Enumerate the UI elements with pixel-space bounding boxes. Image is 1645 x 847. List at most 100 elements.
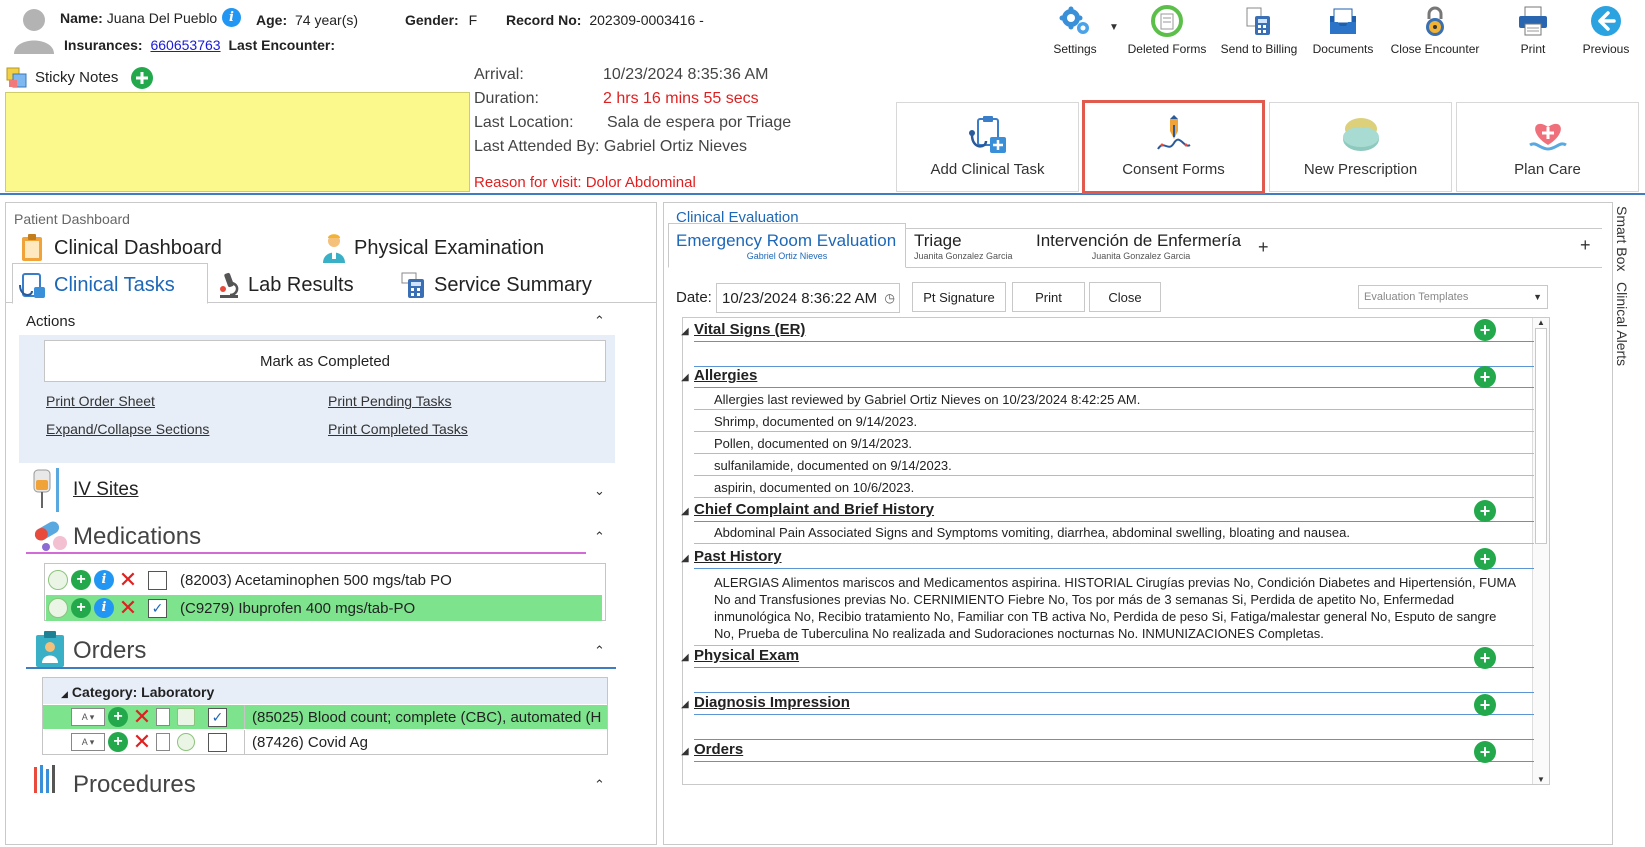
print-eval-button[interactable]: Print bbox=[1012, 282, 1085, 312]
order-row[interactable]: A ▾ + ✕ ✓ (85025) Blood count; complete … bbox=[43, 705, 607, 729]
add-icon[interactable]: + bbox=[71, 570, 91, 590]
vital-signs-title[interactable]: Vital Signs (ER) bbox=[694, 321, 805, 338]
info-icon[interactable]: i bbox=[94, 570, 114, 590]
add-physical-exam-button[interactable]: + bbox=[1474, 647, 1496, 669]
print-order-sheet-link[interactable]: Print Order Sheet bbox=[46, 393, 155, 409]
allergy-item: Pollen, documented on 9/14/2023. bbox=[694, 432, 1534, 454]
orders-collapse-icon[interactable]: ⌃ bbox=[594, 643, 605, 659]
add-icon[interactable]: + bbox=[71, 598, 91, 618]
document-icon[interactable] bbox=[156, 733, 170, 751]
settings-button[interactable]: Settings bbox=[1030, 4, 1120, 58]
add-chief-complaint-button[interactable]: + bbox=[1474, 500, 1496, 522]
delete-icon[interactable]: ✕ bbox=[131, 731, 153, 753]
insurance-link[interactable]: 660653763 bbox=[150, 37, 220, 53]
allergies-title[interactable]: Allergies bbox=[694, 367, 757, 384]
add-icon[interactable]: + bbox=[108, 732, 128, 752]
orders-section-underline bbox=[694, 761, 1534, 762]
orders-section-title[interactable]: Orders bbox=[694, 741, 743, 758]
chief-complaint-title[interactable]: Chief Complaint and Brief History bbox=[694, 501, 934, 518]
deleted-forms-button[interactable]: Deleted Forms bbox=[1122, 4, 1212, 58]
smart-box-tab[interactable]: Smart Box bbox=[1614, 206, 1630, 271]
pt-signature-button[interactable]: Pt Signature bbox=[912, 282, 1006, 312]
add-clinical-task-button[interactable]: Add Clinical Task bbox=[896, 102, 1079, 192]
order-type-select[interactable]: A ▾ bbox=[71, 733, 105, 751]
orders-section-collapse-icon[interactable]: ◢ bbox=[681, 746, 689, 757]
scroll-thumb[interactable] bbox=[1535, 328, 1547, 544]
add-icon[interactable]: + bbox=[108, 707, 128, 727]
iv-sites-expand-icon[interactable]: ⌄ bbox=[594, 483, 605, 499]
diagnosis-collapse-icon[interactable]: ◢ bbox=[681, 699, 689, 710]
settings-dropdown-icon[interactable]: ▼ bbox=[1109, 22, 1119, 33]
note-icon[interactable] bbox=[177, 708, 195, 726]
note-icon[interactable] bbox=[48, 598, 68, 618]
info-icon[interactable]: i bbox=[94, 598, 114, 618]
document-icon[interactable] bbox=[156, 708, 170, 726]
order-checkbox[interactable] bbox=[208, 732, 227, 752]
order-checkbox[interactable]: ✓ bbox=[208, 707, 227, 727]
medication-checkbox[interactable] bbox=[148, 570, 167, 590]
diagnosis-title[interactable]: Diagnosis Impression bbox=[694, 694, 850, 711]
physical-exam-content-line bbox=[694, 692, 1534, 693]
date-input[interactable]: 10/23/2024 8:36:22 AM ◷ bbox=[716, 283, 900, 313]
tab-service-summary[interactable]: Service Summary bbox=[400, 271, 592, 299]
consent-forms-button[interactable]: Consent Forms bbox=[1082, 100, 1265, 194]
eval-scrollbar[interactable]: ▲ ▼ bbox=[1532, 318, 1549, 784]
tab-emergency-room-evaluation[interactable]: Emergency Room Evaluation Gabriel Ortiz … bbox=[676, 231, 898, 261]
scroll-down-icon[interactable]: ▼ bbox=[1533, 775, 1549, 784]
add-tab-button[interactable]: + bbox=[1258, 237, 1269, 258]
delete-icon[interactable]: ✕ bbox=[117, 597, 139, 619]
tab-clinical-dashboard[interactable]: Clinical Dashboard bbox=[20, 233, 222, 263]
past-history-title[interactable]: Past History bbox=[694, 548, 782, 565]
add-order-button[interactable]: + bbox=[1474, 741, 1496, 763]
print-button[interactable]: Print bbox=[1490, 4, 1576, 58]
tab-physical-examination[interactable]: Physical Examination bbox=[322, 233, 544, 263]
iv-sites-title[interactable]: IV Sites bbox=[73, 479, 138, 501]
new-prescription-button[interactable]: New Prescription bbox=[1269, 102, 1452, 192]
procedures-collapse-icon[interactable]: ⌃ bbox=[594, 777, 605, 793]
medication-checkbox[interactable]: ✓ bbox=[148, 598, 167, 618]
order-type-select[interactable]: A ▾ bbox=[71, 708, 105, 726]
scroll-up-icon[interactable]: ▲ bbox=[1533, 318, 1549, 327]
previous-button[interactable]: Previous bbox=[1568, 4, 1644, 58]
refresh-icon[interactable] bbox=[177, 733, 195, 751]
medication-row[interactable]: + i ✕ ✓ (C9279) Ibuprofen 400 mgs/tab-PO bbox=[46, 595, 602, 621]
evaluation-templates-select[interactable]: Evaluation Templates ▼ bbox=[1358, 285, 1548, 309]
documents-button[interactable]: Documents bbox=[1298, 4, 1388, 58]
medication-row[interactable]: + i ✕ (82003) Acetaminophen 500 mgs/tab … bbox=[46, 567, 602, 593]
expand-collapse-link[interactable]: Expand/Collapse Sections bbox=[46, 421, 209, 437]
close-encounter-button[interactable]: Close Encounter bbox=[1390, 4, 1480, 58]
order-row[interactable]: A ▾ + ✕ (87426) Covid Ag bbox=[43, 730, 607, 754]
calendar-icon[interactable]: ◷ bbox=[885, 291, 895, 305]
chief-complaint-collapse-icon[interactable]: ◢ bbox=[681, 506, 689, 517]
add-past-history-button[interactable]: + bbox=[1474, 548, 1496, 570]
add-form-button[interactable]: + bbox=[1580, 235, 1591, 256]
clinical-alerts-tab[interactable]: Clinical Alerts bbox=[1614, 282, 1630, 366]
delete-icon[interactable]: ✕ bbox=[131, 706, 153, 728]
category-collapse-icon[interactable]: ◢ bbox=[61, 689, 68, 699]
physical-exam-title[interactable]: Physical Exam bbox=[694, 647, 799, 664]
mark-as-completed-button[interactable]: Mark as Completed bbox=[44, 340, 606, 382]
patient-info-icon[interactable]: i bbox=[222, 8, 241, 27]
refresh-icon[interactable] bbox=[48, 570, 68, 590]
add-vital-signs-button[interactable]: + bbox=[1474, 319, 1496, 341]
delete-icon[interactable]: ✕ bbox=[117, 569, 139, 591]
actions-collapse-icon[interactable]: ⌃ bbox=[594, 313, 605, 329]
print-pending-tasks-link[interactable]: Print Pending Tasks bbox=[328, 393, 451, 409]
tab-intervencion-enfermeria[interactable]: Intervención de Enfermería Juanita Gonza… bbox=[1036, 231, 1246, 261]
allergies-collapse-icon[interactable]: ◢ bbox=[681, 372, 689, 383]
print-completed-tasks-link[interactable]: Print Completed Tasks bbox=[328, 421, 468, 437]
medications-collapse-icon[interactable]: ⌃ bbox=[594, 529, 605, 545]
tab-clinical-tasks[interactable]: Clinical Tasks bbox=[18, 271, 175, 299]
close-eval-button[interactable]: Close bbox=[1089, 282, 1161, 312]
plan-care-button[interactable]: Plan Care bbox=[1456, 102, 1639, 192]
past-history-collapse-icon[interactable]: ◢ bbox=[681, 553, 689, 564]
add-sticky-note-button[interactable] bbox=[130, 66, 154, 93]
tab-lab-results[interactable]: Lab Results bbox=[218, 271, 354, 299]
vital-signs-collapse-icon[interactable]: ◢ bbox=[681, 326, 689, 337]
tab-triage[interactable]: Triage Juanita Gonzalez Garcia bbox=[914, 231, 1013, 261]
send-to-billing-button[interactable]: Send to Billing bbox=[1214, 4, 1304, 58]
add-allergy-button[interactable]: + bbox=[1474, 366, 1496, 388]
physical-exam-collapse-icon[interactable]: ◢ bbox=[681, 652, 689, 663]
sticky-note-area[interactable] bbox=[5, 92, 470, 192]
add-diagnosis-button[interactable]: + bbox=[1474, 694, 1496, 716]
